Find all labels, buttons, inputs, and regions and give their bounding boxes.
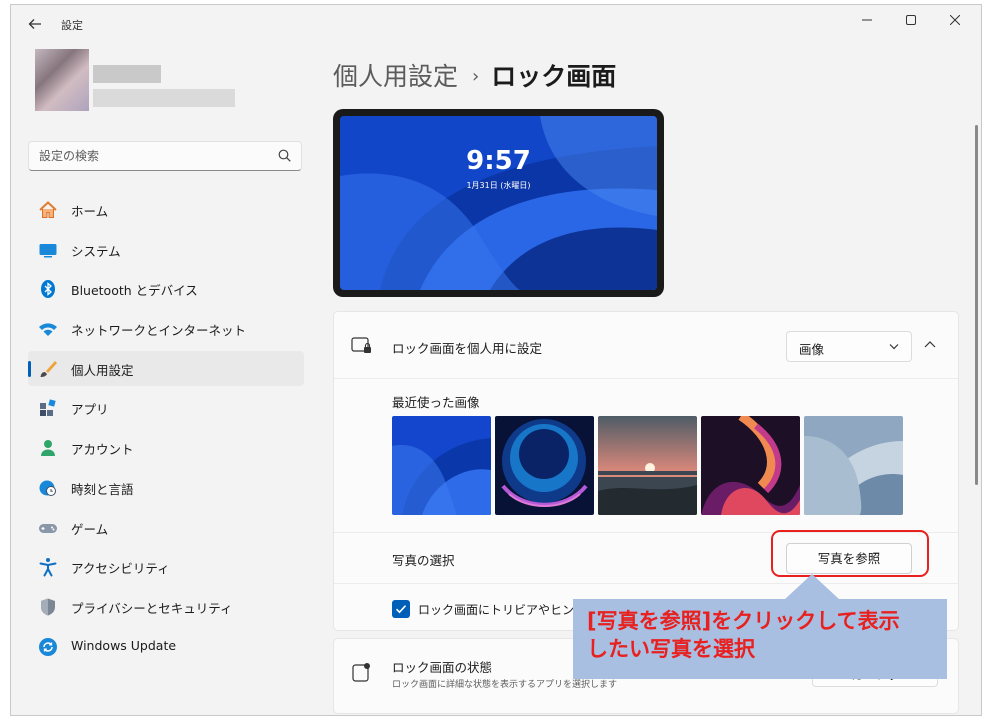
page-title: ロック画面: [491, 62, 617, 91]
choose-photo-label: 写真の選択: [392, 553, 455, 568]
user-profile[interactable]: [25, 49, 245, 111]
breadcrumb-parent[interactable]: 個人用設定: [333, 62, 458, 91]
sidebar-item-label: プライバシーとセキュリティ: [71, 600, 233, 616]
sidebar-item-privacy[interactable]: プライバシーとセキュリティ: [28, 589, 304, 624]
recent-image-5[interactable]: [804, 416, 903, 515]
chevron-up-icon[interactable]: [924, 340, 936, 348]
lock-screen-preview: 9:57 1月31日 (水曜日): [333, 109, 664, 297]
personalize-lock-screen-header[interactable]: ロック画面を個人用に設定 画像: [334, 312, 958, 379]
sidebar-item-bluetooth[interactable]: Bluetooth とデバイス: [28, 271, 304, 306]
annotation-line-1: [写真を参照]をクリックして表示: [587, 609, 900, 633]
sidebar-item-apps[interactable]: アプリ: [28, 390, 304, 425]
avatar: [35, 49, 89, 111]
wallpaper-thumb: [598, 416, 697, 515]
lock-screen-status-title: ロック画面の状態: [392, 660, 493, 675]
sidebar-item-system[interactable]: システム: [28, 232, 304, 267]
recent-images-label: 最近使った画像: [392, 395, 480, 410]
close-icon: [949, 14, 961, 26]
sidebar-item-label: 時刻と言語: [71, 481, 134, 497]
recent-image-1[interactable]: [392, 416, 491, 515]
background-type-dropdown[interactable]: 画像: [786, 331, 912, 362]
sidebar-item-label: ゲーム: [71, 521, 109, 537]
sidebar-item-label: システム: [71, 243, 121, 259]
search-input[interactable]: [39, 142, 269, 170]
search-icon[interactable]: [278, 149, 291, 162]
user-name-blurred: [93, 65, 161, 83]
dropdown-value: 画像: [799, 342, 825, 357]
breadcrumb-separator: ›: [472, 66, 480, 87]
annotation-line-2: したい写真を選択: [587, 637, 755, 661]
scrollbar[interactable]: [975, 125, 978, 485]
wallpaper-thumb: [495, 416, 594, 515]
sidebar-item-label: アカウント: [71, 442, 134, 458]
recent-image-3[interactable]: [598, 416, 697, 515]
lock-screen-icon: [351, 337, 371, 353]
globe-clock-icon: [39, 480, 56, 496]
sidebar-item-accessibility[interactable]: アクセシビリティ: [28, 549, 304, 584]
show-info-checkbox[interactable]: [392, 600, 410, 618]
minimize-button[interactable]: [845, 9, 889, 35]
chevron-down-icon: [889, 344, 899, 350]
bloom-wallpaper: [340, 116, 657, 290]
recent-image-4[interactable]: [701, 416, 800, 515]
bluetooth-icon: [41, 280, 55, 299]
breadcrumb: 個人用設定 › ロック画面: [333, 57, 616, 97]
sidebar-item-label: ネットワークとインターネット: [71, 323, 247, 339]
checkmark-icon: [395, 605, 407, 614]
apps-icon: [40, 399, 56, 417]
app-title: 設定: [61, 19, 83, 32]
wallpaper-thumb: [804, 416, 903, 515]
maximize-icon: [906, 15, 916, 25]
sidebar-item-home[interactable]: ホーム: [28, 192, 304, 227]
close-button[interactable]: [933, 9, 977, 35]
wallpaper-thumb: [701, 416, 800, 515]
back-arrow-icon: [28, 19, 41, 29]
back-button[interactable]: [23, 13, 47, 35]
title-bar: 設定: [11, 5, 981, 43]
lock-screen-time: 9:57: [466, 146, 531, 176]
personalize-lock-screen-card: ロック画面を個人用に設定 画像 最近使った画像 写真の選択 写真を参照 ロック画…: [333, 311, 959, 631]
accessibility-icon: [39, 558, 57, 577]
home-icon: [39, 201, 57, 218]
annotation-callout: [写真を参照]をクリックして表示 したい写真を選択: [573, 599, 947, 679]
sidebar-item-label: 個人用設定: [71, 362, 134, 378]
annotation-text: [写真を参照]をクリックして表示 したい写真を選択: [587, 607, 947, 663]
shield-icon: [41, 598, 55, 616]
sidebar-item-network[interactable]: ネットワークとインターネット: [28, 311, 304, 346]
sidebar-nav: ホーム システム Bluetooth とデバイス ネットワークとインターネット …: [28, 192, 304, 668]
brush-icon: [40, 360, 57, 377]
system-icon: [39, 243, 57, 258]
sidebar-item-label: Windows Update: [71, 637, 177, 653]
user-email-blurred: [93, 89, 235, 107]
annotation-highlight-box: [771, 530, 929, 577]
maximize-button[interactable]: [889, 9, 933, 35]
recent-image-2[interactable]: [495, 416, 594, 515]
lock-screen-status-icon: [352, 663, 370, 682]
personalize-lock-screen-title: ロック画面を個人用に設定: [392, 341, 543, 356]
preview-wallpaper: 9:57 1月31日 (水曜日): [340, 116, 657, 290]
lock-screen-date: 1月31日 (水曜日): [466, 181, 531, 190]
sidebar-item-personalization[interactable]: 個人用設定: [28, 350, 304, 386]
sidebar-item-label: アクセシビリティ: [71, 561, 170, 577]
active-indicator: [28, 360, 31, 377]
sidebar-item-windows-update[interactable]: Windows Update: [28, 629, 304, 664]
sidebar-item-label: ホーム: [71, 204, 109, 219]
annotation-callout-pointer: [784, 574, 840, 600]
update-icon: [39, 637, 57, 656]
sidebar-item-label: アプリ: [71, 402, 109, 418]
account-icon: [41, 440, 55, 457]
search-box[interactable]: [28, 141, 302, 171]
gamepad-icon: [39, 523, 57, 533]
sidebar-item-accounts[interactable]: アカウント: [28, 430, 304, 465]
wallpaper-thumb: [392, 416, 491, 515]
sidebar-item-label: Bluetooth とデバイス: [71, 283, 198, 299]
wifi-icon: [39, 323, 57, 337]
minimize-icon: [862, 19, 872, 21]
sidebar-item-time-language[interactable]: 時刻と言語: [28, 470, 304, 505]
sidebar-item-gaming[interactable]: ゲーム: [28, 510, 304, 545]
